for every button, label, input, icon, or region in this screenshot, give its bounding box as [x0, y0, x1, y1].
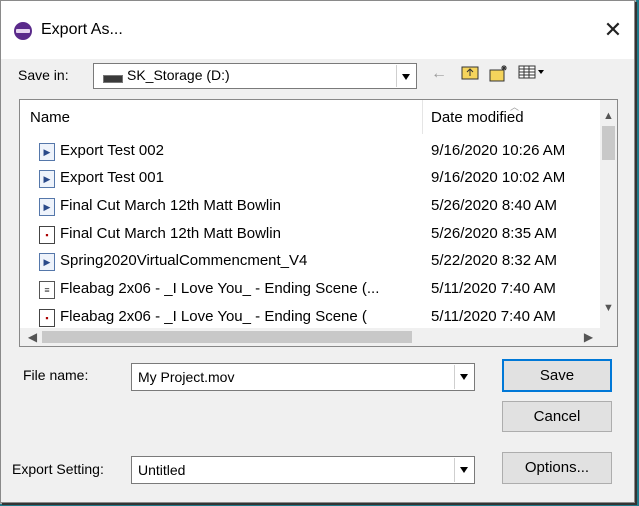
close-icon[interactable]: ✕	[598, 15, 628, 45]
file-date: 9/16/2020 10:02 AM	[431, 169, 566, 186]
chevron-down-icon[interactable]	[454, 365, 473, 389]
options-button[interactable]: Options...	[502, 452, 612, 484]
file-date: 5/26/2020 8:40 AM	[431, 197, 557, 214]
file-row[interactable]: ≡ Fleabag 2x06 - _I Love You_ - Ending S…	[20, 278, 600, 301]
file-date: 5/11/2020 7:40 AM	[431, 280, 556, 297]
project-file-icon: ▪	[39, 226, 55, 244]
scroll-up-icon[interactable]: ▲	[600, 108, 617, 125]
file-row[interactable]: ▶ Export Test 002 9/16/2020 10:26 AM	[20, 140, 600, 163]
scrollbar-corner	[600, 328, 617, 346]
drive-icon	[103, 75, 123, 83]
video-file-icon: ▶	[39, 198, 55, 216]
file-row[interactable]: ▶ Export Test 001 9/16/2020 10:02 AM	[20, 167, 600, 190]
view-menu-icon[interactable]	[517, 64, 549, 84]
file-name: Final Cut March 12th Matt Bowlin	[60, 197, 281, 214]
save-in-label: Save in:	[18, 67, 69, 83]
file-name: Final Cut March 12th Matt Bowlin	[60, 225, 281, 242]
app-logo-icon	[14, 22, 32, 40]
up-folder-icon[interactable]	[459, 64, 481, 84]
column-divider[interactable]	[422, 100, 423, 134]
chevron-down-icon[interactable]	[396, 65, 415, 87]
video-file-icon: ▶	[39, 143, 55, 161]
file-list-header: Name ︿ Date modified	[20, 100, 600, 134]
file-date: 9/16/2020 10:26 AM	[431, 142, 566, 159]
file-name: Fleabag 2x06 - _I Love You_ - Ending Sce…	[60, 308, 367, 325]
video-file-icon: ▶	[39, 170, 55, 188]
export-setting-label: Export Setting:	[12, 461, 104, 477]
export-setting-value: Untitled	[138, 462, 186, 478]
dialog-title: Export As...	[41, 21, 123, 38]
file-name: Fleabag 2x06 - _I Love You_ - Ending Sce…	[60, 280, 380, 297]
vertical-scrollbar[interactable]: ▲ ▼	[600, 100, 617, 328]
file-name-label: File name:	[23, 367, 89, 383]
save-in-value: SK_Storage (D:)	[127, 67, 230, 83]
horizontal-scroll-thumb[interactable]	[42, 331, 412, 343]
video-file-icon: ▶	[39, 253, 55, 271]
file-name-value[interactable]: My Project.mov	[138, 369, 234, 385]
file-name: Spring2020VirtualCommencment_V4	[60, 252, 308, 269]
file-date: 5/22/2020 8:32 AM	[431, 252, 557, 269]
file-date: 5/26/2020 8:35 AM	[431, 225, 557, 242]
file-row[interactable]: ▶ Spring2020VirtualCommencment_V4 5/22/2…	[20, 250, 600, 273]
file-row[interactable]: ▶ Final Cut March 12th Matt Bowlin 5/26/…	[20, 195, 600, 218]
export-dialog: Export As... ✕ Save in: SK_Storage (D:) …	[0, 0, 635, 503]
column-name[interactable]: Name	[30, 109, 70, 126]
file-name: Export Test 001	[60, 169, 164, 186]
column-date-modified[interactable]: Date modified	[431, 109, 524, 126]
text-file-icon: ≡	[39, 281, 55, 299]
vertical-scroll-thumb[interactable]	[602, 126, 615, 160]
chevron-down-icon[interactable]	[454, 458, 473, 482]
save-button[interactable]: Save	[502, 359, 612, 392]
scroll-left-icon[interactable]: ◀	[24, 328, 41, 346]
file-list[interactable]: Name ︿ Date modified ▶ Export Test 002 9…	[19, 99, 618, 347]
file-row[interactable]: ▪ Fleabag 2x06 - _I Love You_ - Ending S…	[20, 306, 600, 329]
file-name-field[interactable]: My Project.mov	[131, 363, 475, 391]
back-arrow-icon[interactable]: ←	[429, 64, 449, 84]
file-name: Export Test 002	[60, 142, 164, 159]
save-in-select[interactable]: SK_Storage (D:)	[93, 63, 417, 89]
project-file-icon: ▪	[39, 309, 55, 327]
new-folder-icon[interactable]	[488, 64, 510, 84]
file-date: 5/11/2020 7:40 AM	[431, 308, 556, 325]
horizontal-scrollbar[interactable]: ◀ ▶	[20, 328, 600, 346]
cancel-button[interactable]: Cancel	[502, 401, 612, 432]
file-row[interactable]: ▪ Final Cut March 12th Matt Bowlin 5/26/…	[20, 223, 600, 246]
export-setting-select[interactable]: Untitled	[131, 456, 475, 484]
title-bar: Export As... ✕	[1, 1, 634, 59]
scroll-right-icon[interactable]: ▶	[580, 328, 597, 346]
scroll-down-icon[interactable]: ▼	[600, 300, 617, 317]
